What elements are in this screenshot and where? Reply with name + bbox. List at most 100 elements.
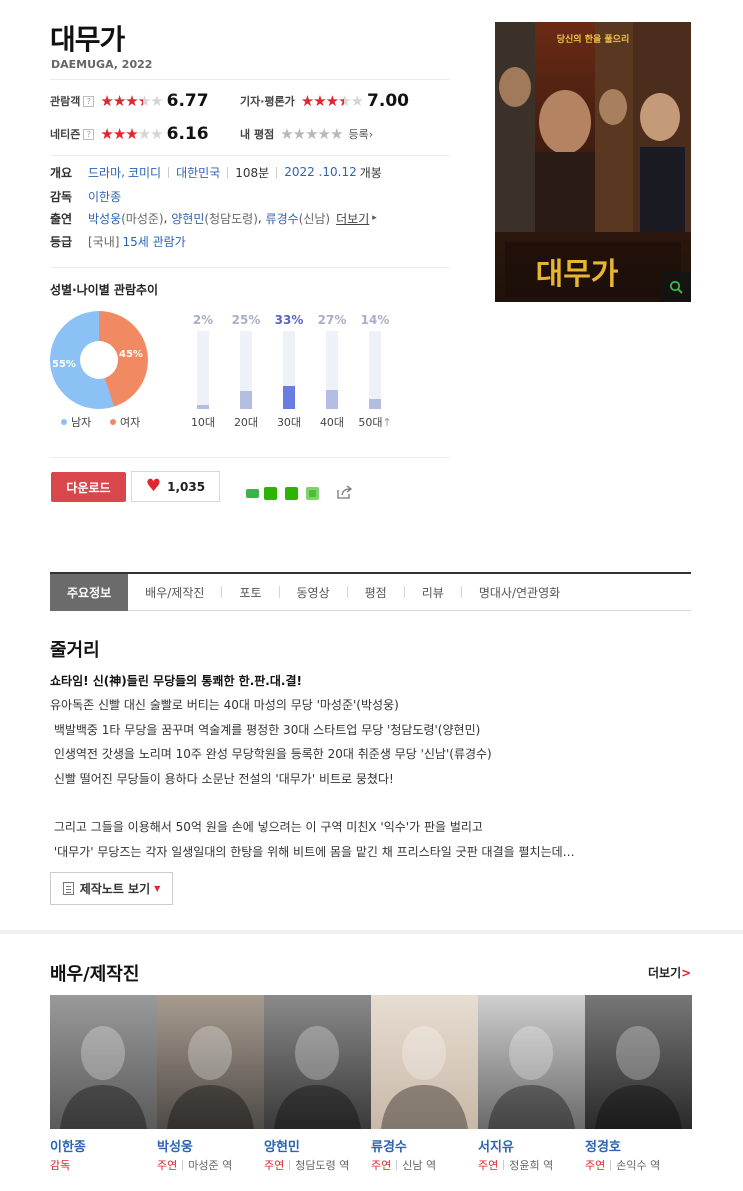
netizen-score: 6.16: [166, 124, 209, 144]
movie-poster[interactable]: 당신의 한을 풀으리 대무가: [495, 22, 691, 302]
age-pct-label: 27%: [317, 313, 347, 327]
tab-cast-crew[interactable]: 배우/제작진: [128, 574, 221, 611]
netizen-rating: 네티즌 ? ★★★★★★★★★★ 6.16: [50, 124, 209, 144]
person-silhouette-icon: [488, 1026, 575, 1129]
critics-rating: 기자·평론가 ★★★★★★★★★★ 7.00: [240, 91, 409, 111]
bookmark-share-icon[interactable]: [285, 487, 298, 500]
poster-tagline: 당신의 한을 풀으리: [557, 33, 630, 45]
separator: [503, 1160, 505, 1170]
cast-character: 손익수 역: [616, 1159, 661, 1172]
info-cast-key: 출연: [50, 211, 73, 226]
info-summary: 개요 드라마, 코미디 대한민국 108분 2022 .10.12 개봉: [50, 164, 382, 181]
register-rating-link[interactable]: 등록›: [348, 126, 373, 142]
separator: [182, 1160, 184, 1170]
cast-photo[interactable]: [371, 995, 478, 1129]
synopsis-line: 유아독존 신빨 대신 술빨로 버티는 40대 마성의 무당 '마성준'(박성웅): [50, 698, 399, 713]
cast-link[interactable]: 박성웅: [88, 210, 121, 227]
tab-video[interactable]: 동영상: [280, 574, 347, 611]
cast-photo[interactable]: [50, 995, 157, 1129]
production-note-button[interactable]: 제작노트 보기 ▼: [50, 872, 173, 905]
person-silhouette-icon: [274, 1026, 361, 1129]
poster-title: 대무가: [536, 257, 619, 292]
tab-ratings[interactable]: 평점: [348, 574, 404, 611]
director-link[interactable]: 이한종: [88, 188, 121, 205]
male-legend-dot: [61, 419, 67, 425]
age-pct-label: 14%: [360, 313, 390, 327]
country-link[interactable]: 대한민국: [176, 164, 220, 181]
male-pct-label: 55%: [52, 359, 76, 370]
legend-male: 남자: [61, 414, 91, 430]
divider: [50, 79, 450, 80]
download-button[interactable]: 다운로드: [51, 472, 126, 502]
cast-name-link[interactable]: 이한종: [50, 1136, 86, 1155]
cast-name-link[interactable]: 정경호: [585, 1136, 621, 1155]
cast-photo[interactable]: [478, 995, 585, 1129]
grade-region: [국내]: [88, 234, 120, 249]
tab-bar: 주요정보 배우/제작진 포토 동영상 평점 리뷰 명대사/연관영화: [50, 572, 691, 611]
share-icon[interactable]: [336, 485, 354, 500]
tab-main-info[interactable]: 주요정보: [50, 573, 129, 611]
synopsis-headline: 쇼타임! 신(神)들린 무당들의 통쾌한 한.판.대.결!: [50, 674, 302, 688]
cast-photo[interactable]: [157, 995, 264, 1129]
age-bar-track: [369, 331, 381, 409]
cast-more-link[interactable]: 더보기: [336, 210, 369, 227]
cast-kind: 감독: [50, 1159, 71, 1172]
cast-photo[interactable]: [264, 995, 371, 1129]
poster-zoom-button[interactable]: [661, 272, 691, 302]
cast-kind: 주연: [585, 1159, 606, 1172]
document-icon: [62, 882, 74, 895]
tab-photo[interactable]: 포토: [222, 574, 278, 611]
chevron-right-icon: >: [681, 966, 692, 980]
info-grade: 등급 [국내] 15세 관람가: [50, 232, 186, 250]
grade-link[interactable]: 15세 관람가: [122, 233, 185, 250]
my-rating-stars[interactable]: ★★★★★★★★★★: [280, 126, 343, 142]
cast-photo[interactable]: [585, 995, 692, 1129]
cast-role: 주연 마성준 역: [157, 1157, 232, 1173]
age-label: 30대: [276, 416, 302, 429]
age-bar-track: [197, 331, 209, 409]
arrow-up-icon: ↑: [382, 416, 392, 429]
netizen-rating-label: 네티즌: [50, 128, 81, 141]
legend-female: 여자: [110, 414, 140, 430]
like-button[interactable]: ♥ 1,035: [131, 471, 220, 502]
cast-name-link[interactable]: 박성웅: [157, 1136, 193, 1155]
cast-link[interactable]: 류경수: [266, 210, 299, 227]
band-share-icon[interactable]: [246, 489, 259, 498]
help-icon[interactable]: ?: [83, 95, 95, 107]
naver-share-icon[interactable]: [264, 487, 277, 500]
cast-name-link[interactable]: 류경수: [371, 1136, 407, 1155]
tab-reviews[interactable]: 리뷰: [405, 574, 461, 611]
genre-link-comedy[interactable]: 코미디: [128, 164, 161, 181]
age-label: 10대: [190, 416, 216, 429]
female-legend-dot: [110, 419, 116, 425]
age-pct-label: 2%: [192, 313, 214, 327]
help-icon[interactable]: ?: [83, 128, 95, 140]
cast-name-link[interactable]: 서지유: [478, 1136, 514, 1155]
memo-share-icon[interactable]: [306, 487, 319, 500]
release-date-link[interactable]: 2022 .10.12: [284, 165, 357, 179]
caret-down-icon: ▼: [154, 884, 161, 893]
tab-quotes-related[interactable]: 명대사/연관영화: [462, 574, 577, 611]
genre-link-drama[interactable]: 드라마: [88, 164, 121, 181]
cast-more-link[interactable]: 더보기>: [648, 964, 691, 981]
cast-section-title: 배우/제작진: [50, 964, 140, 985]
cast-role: 주연 정윤희 역: [478, 1157, 553, 1173]
cast-kind: 주연: [478, 1159, 499, 1172]
cast-kind: 주연: [371, 1159, 392, 1172]
age-bar: [197, 405, 209, 409]
divider: [50, 457, 450, 458]
synopsis-line: 신빨 떨어진 무당들이 용하다 소문난 전설의 '대무가' 비트로 뭉쳤다!: [50, 771, 394, 786]
magnifier-icon: [669, 280, 683, 294]
cast-role: 주연 손익수 역: [585, 1157, 660, 1173]
separator: [396, 1160, 398, 1170]
poster-image: 당신의 한을 풀으리 대무가: [495, 22, 691, 302]
cast-link[interactable]: 양현민: [171, 210, 204, 227]
person-silhouette-icon: [381, 1026, 468, 1129]
person-silhouette-icon: [60, 1026, 147, 1129]
cast-name-link[interactable]: 양현민: [264, 1136, 300, 1155]
age-pct-label: 33%: [274, 313, 304, 327]
demographics-title: 성별·나이별 관람추이: [50, 283, 159, 297]
female-pct-label: 45%: [119, 349, 143, 360]
my-rating-label: 내 평점: [240, 128, 275, 141]
separator: [610, 1160, 612, 1170]
